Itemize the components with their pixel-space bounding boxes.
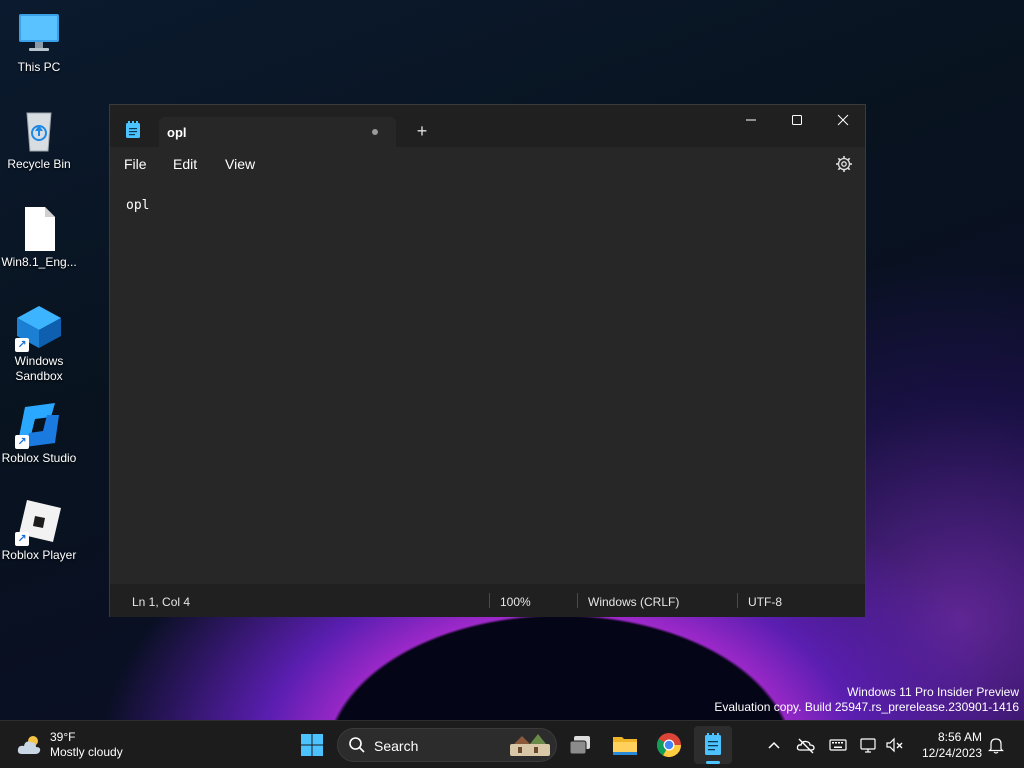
shortcut-arrow-icon: ↗ [15,338,29,352]
desktop-icon-roblox-player[interactable]: ↗ Roblox Player [1,498,77,563]
new-tab-button[interactable]: + [410,119,434,143]
status-zoom[interactable]: 100% [500,595,531,609]
network-tray[interactable] [859,735,879,755]
taskbar: 39°F Mostly cloudy Search 8:56 AM 12/24/… [0,720,1024,768]
onedrive-tray[interactable] [796,735,816,755]
desktop-icon-win81-file[interactable]: Win8.1_Eng... [1,205,77,270]
search-icon [349,737,365,753]
taskbar-search[interactable]: Search [337,728,557,762]
desktop-icon-label: Recycle Bin [7,157,71,171]
menu-edit[interactable]: Edit [173,156,197,172]
desktop-icon-windows-sandbox[interactable]: ↗ Windows Sandbox [1,304,77,384]
weather-temp: 39°F [50,730,76,744]
minimize-icon [746,119,756,121]
shortcut-arrow-icon: ↗ [15,435,29,449]
desktop-icon-label: Roblox Studio [1,451,77,465]
search-placeholder: Search [374,738,419,754]
cloudy-weather-icon [17,736,41,754]
weather-widget[interactable]: 39°F Mostly cloudy [16,729,156,761]
notepad-app-icon [126,121,140,138]
chrome-icon [656,733,681,758]
notepad-window: opl + File Edit View opl Ln 1, Col 4 100… [109,104,866,617]
editor-content: opl [126,198,150,213]
title-bar[interactable]: opl + [110,105,865,147]
desktop-icon-label: This PC [17,60,61,74]
tab-opl[interactable]: opl [159,117,396,147]
status-bar: Ln 1, Col 4 100% Windows (CRLF) UTF-8 [110,584,865,617]
chevron-up-icon [768,741,780,749]
file-explorer-button[interactable] [606,726,644,764]
volume-tray[interactable] [884,735,904,755]
recycle-bin-icon [15,107,63,155]
status-divider [489,593,490,608]
maximize-button[interactable] [774,105,820,135]
watermark-line2: Evaluation copy. Build 25947.rs_prerelea… [714,700,1019,714]
status-divider [577,593,578,608]
desktop-icon-this-pc[interactable]: This PC [1,10,77,75]
desktop-icon-label: Windows [14,354,64,368]
notepad-icon [705,733,721,764]
windows-sandbox-icon: ↗ [15,304,63,352]
desktop-icon-label: Sandbox [15,369,63,383]
notifications-button[interactable] [986,735,1006,755]
task-view-button[interactable] [562,726,600,764]
search-highlight-icon [510,734,550,756]
watermark-line1: Windows 11 Pro Insider Preview [847,685,1019,699]
menu-file[interactable]: File [124,156,147,172]
roblox-studio-icon: ↗ [15,401,63,449]
text-editor[interactable]: opl [110,181,865,584]
gear-icon [836,156,852,172]
tab-title: opl [167,125,187,140]
evaluation-watermark: Windows 11 Pro Insider Preview Evaluatio… [714,685,1019,715]
maximize-icon [792,114,802,125]
chrome-button[interactable] [650,726,688,764]
settings-button[interactable] [834,154,854,174]
desktop-icon-label: Win8.1_Eng... [1,255,77,269]
desktop-icon-recycle-bin[interactable]: Recycle Bin [1,107,77,172]
unsaved-dot-icon[interactable] [372,129,378,135]
clock-date: 12/24/2023 [921,746,982,760]
status-divider [737,593,738,608]
show-hidden-icons-button[interactable] [764,735,784,755]
notepad-taskbar-button[interactable] [694,726,732,764]
shortcut-arrow-icon: ↗ [15,532,29,546]
clock-time: 8:56 AM [937,730,982,744]
menu-view[interactable]: View [225,156,255,172]
status-encoding[interactable]: UTF-8 [748,595,782,609]
status-position: Ln 1, Col 4 [132,595,191,609]
windows-start-icon [301,734,323,756]
onedrive-offline-icon [796,738,815,754]
close-button[interactable] [820,105,866,135]
desktop-icon-label: Roblox Player [1,548,77,562]
close-icon [837,114,849,126]
roblox-player-icon: ↗ [15,498,63,546]
file-explorer-icon [613,737,637,755]
menu-bar: File Edit View [110,147,865,181]
desktop-icon-roblox-studio[interactable]: ↗ Roblox Studio [1,401,77,466]
minimize-button[interactable] [728,105,774,135]
monitor-icon [15,10,63,58]
status-line-ending[interactable]: Windows (CRLF) [588,595,679,609]
start-button[interactable] [293,726,331,764]
file-icon [15,205,63,253]
bell-icon [988,738,1004,754]
task-view-icon [569,736,590,755]
input-indicator[interactable] [828,735,848,755]
weather-description: Mostly cloudy [50,745,123,759]
keyboard-icon [829,739,847,751]
display-network-icon [860,738,876,753]
volume-muted-icon [886,737,903,753]
